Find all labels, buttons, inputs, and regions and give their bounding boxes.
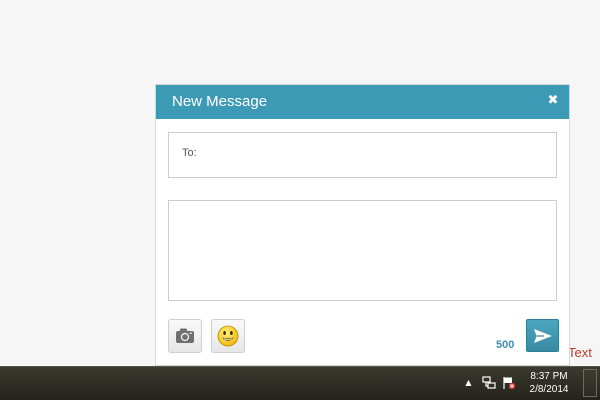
camera-button[interactable] bbox=[168, 319, 202, 353]
dialog-title: New Message bbox=[172, 93, 268, 110]
message-textarea[interactable] bbox=[168, 200, 557, 301]
desktop: Text New Message ✖ To: 500 ▲ 8:37 PM 2/8… bbox=[0, 0, 600, 400]
camera-icon bbox=[176, 328, 194, 343]
recipient-field[interactable]: To: bbox=[168, 132, 557, 178]
send-icon bbox=[534, 329, 552, 343]
network-icon[interactable] bbox=[482, 376, 496, 395]
taskbar: ▲ 8:37 PM 2/8/2014 bbox=[0, 366, 600, 400]
recipient-input[interactable] bbox=[209, 141, 553, 171]
action-center-flag-icon[interactable] bbox=[502, 376, 516, 395]
send-button[interactable] bbox=[526, 319, 559, 352]
character-counter: 500 bbox=[496, 339, 515, 351]
dialog-header: New Message ✖ bbox=[156, 85, 569, 119]
clock-time: 8:37 PM bbox=[530, 371, 568, 382]
tray-expand-arrow-icon[interactable]: ▲ bbox=[464, 378, 473, 387]
to-label: To: bbox=[182, 147, 197, 159]
background-text: Text bbox=[568, 345, 592, 360]
new-message-dialog: New Message ✖ To: 500 bbox=[155, 84, 570, 366]
system-clock[interactable]: 8:37 PM 2/8/2014 bbox=[522, 370, 576, 396]
close-button[interactable]: ✖ bbox=[545, 92, 561, 110]
clock-date: 2/8/2014 bbox=[529, 384, 569, 395]
show-desktop-button[interactable] bbox=[583, 369, 597, 397]
smiley-icon bbox=[217, 325, 239, 347]
emoji-button[interactable] bbox=[211, 319, 245, 353]
